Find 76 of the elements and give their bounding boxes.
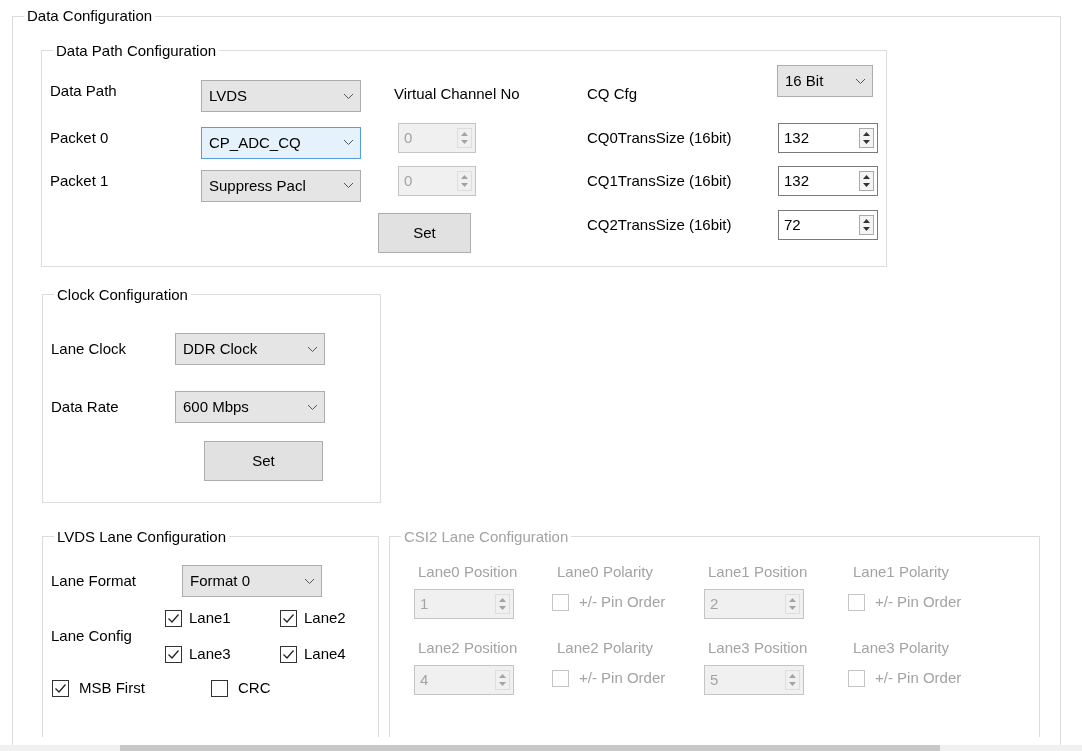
field-label: Virtual Channel No — [394, 85, 521, 103]
group-title: CSI2 Lane Configuration — [403, 528, 570, 545]
field-label: Lane1 Position — [708, 563, 809, 581]
set-button[interactable]: Set — [378, 213, 471, 253]
group-title: Data Configuration — [26, 8, 154, 25]
checkbox-label: +/- Pin Order — [579, 669, 666, 687]
field-label: Data Rate — [51, 398, 120, 416]
checkbox-label: Lane1 — [189, 609, 231, 627]
spin-arrows-icon — [859, 127, 874, 148]
chevron-icon — [304, 577, 315, 585]
chevron-icon — [307, 345, 318, 353]
field-label: Lane3 Polarity — [853, 639, 950, 657]
checkbox[interactable] — [280, 645, 297, 663]
chevron-icon — [855, 77, 866, 85]
horizontal-scrollbar[interactable] — [0, 745, 1082, 751]
dropdown[interactable]: LVDS — [201, 80, 361, 112]
spin-arrows-icon — [495, 670, 510, 690]
field-label: Packet 1 — [50, 171, 110, 190]
checkmark-icon — [282, 612, 295, 624]
field-label: CQ1TransSize (16bit) — [587, 171, 733, 190]
checkbox-label: +/- Pin Order — [875, 593, 962, 611]
checkbox-label: Lane2 — [304, 609, 346, 627]
field-label: Data Path — [50, 82, 118, 100]
dropdown[interactable]: DDR Clock — [175, 333, 325, 365]
field-label: Lane0 Position — [418, 563, 519, 581]
dropdown[interactable]: 600 Mbps — [175, 391, 325, 423]
spin-arrows-icon — [457, 127, 472, 148]
checkbox-label: +/- Pin Order — [579, 593, 666, 611]
dropdown[interactable]: 16 Bit — [777, 65, 873, 97]
field-label: CQ Cfg — [587, 85, 638, 103]
field-label: Lane2 Polarity — [557, 639, 654, 657]
dropdown[interactable]: CP_ADC_CQ — [201, 126, 361, 159]
group-title: LVDS Lane Configuration — [56, 528, 227, 545]
checkbox[interactable] — [211, 679, 228, 697]
group-title: Data Path Configuration — [55, 42, 218, 59]
checkbox-label: CRC — [238, 679, 271, 697]
scrollbar-thumb[interactable] — [120, 745, 940, 751]
field-label: Lane Format — [51, 572, 138, 590]
spin-arrows-icon — [859, 170, 874, 191]
checkbox-label: Lane4 — [304, 645, 346, 663]
checkmark-icon — [167, 612, 180, 624]
field-label: Lane1 Polarity — [853, 563, 950, 581]
checkbox-label: MSB First — [79, 679, 145, 697]
set-button[interactable]: Set — [204, 441, 323, 481]
checkbox[interactable] — [165, 645, 182, 663]
field-label: Packet 0 — [50, 128, 110, 147]
chevron-icon — [343, 92, 354, 100]
field-label: Lane3 Position — [708, 639, 809, 657]
spin-arrows-icon — [785, 670, 800, 690]
spin-arrows-icon — [495, 594, 510, 614]
checkmark-icon — [282, 648, 295, 660]
spin-arrows-icon — [457, 170, 472, 191]
field-label: Lane0 Polarity — [557, 563, 654, 581]
checkbox[interactable] — [165, 609, 182, 627]
spin-arrows-icon — [859, 215, 874, 235]
checkbox-label: +/- Pin Order — [875, 669, 962, 687]
field-label: Lane Config — [51, 627, 133, 645]
chevron-icon — [343, 139, 354, 146]
dropdown[interactable]: Suppress Pacl — [201, 169, 361, 202]
checkbox[interactable] — [280, 609, 297, 627]
field-label: Lane2 Position — [418, 639, 519, 657]
number-field[interactable]: 132 — [778, 122, 878, 153]
field-label: CQ0TransSize (16bit) — [587, 128, 733, 147]
chevron-icon — [307, 403, 318, 411]
number-field[interactable]: 72 — [778, 210, 878, 240]
group-title: Clock Configuration — [56, 286, 189, 303]
checkbox[interactable] — [52, 679, 69, 697]
checkbox-label: Lane3 — [189, 645, 231, 663]
number-field[interactable]: 132 — [778, 165, 878, 196]
checkmark-icon — [167, 648, 180, 660]
checkmark-icon — [54, 682, 67, 694]
chevron-icon — [343, 182, 354, 189]
spin-arrows-icon — [785, 594, 800, 614]
field-label: Lane Clock — [51, 340, 128, 358]
dropdown[interactable]: Format 0 — [182, 565, 322, 597]
field-label: CQ2TransSize (16bit) — [587, 216, 733, 234]
